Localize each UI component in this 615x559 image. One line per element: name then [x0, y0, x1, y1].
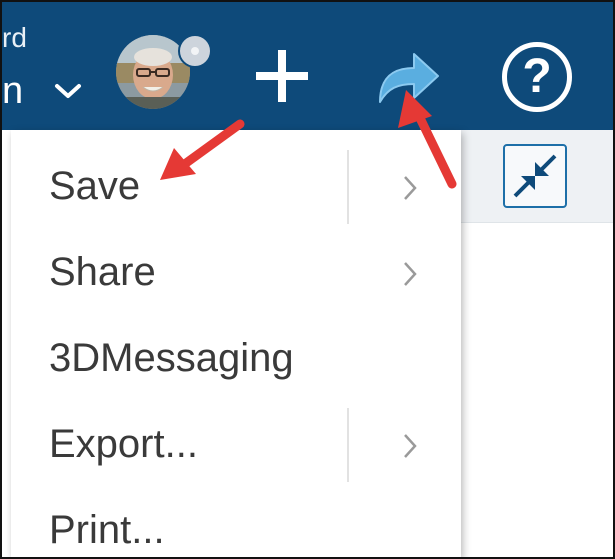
menu-item-export[interactable]: Export...	[11, 402, 461, 488]
annotation-arrow-save	[160, 119, 245, 180]
menu-item-label: Save	[49, 164, 141, 208]
menu-item-share[interactable]: Share	[11, 230, 461, 316]
truncated-title-text: rd	[2, 22, 27, 53]
screenshot-frame: rd n ? Save Share 3DMessaging Export... …	[0, 0, 615, 559]
top-toolbar: rd n ?	[2, 2, 613, 130]
menu-item-3dmessaging[interactable]: 3DMessaging	[11, 316, 461, 402]
collapse-arrows-icon	[513, 154, 557, 198]
side-panel-toolbar	[461, 130, 613, 223]
menu-item-label: Export...	[49, 422, 198, 466]
dropdown-menu: Save Share 3DMessaging Export... Print..…	[11, 130, 461, 557]
menu-divider	[347, 408, 349, 482]
collapse-button[interactable]	[503, 144, 567, 208]
menu-item-label: Print...	[49, 508, 165, 552]
status-badge	[178, 34, 212, 68]
help-button[interactable]: ?	[502, 42, 572, 112]
chevron-down-icon[interactable]	[52, 80, 84, 102]
menu-item-label: 3DMessaging	[49, 336, 294, 380]
truncated-user-name[interactable]: n	[2, 72, 23, 110]
side-panel	[461, 130, 613, 557]
annotation-arrow-share	[398, 90, 457, 189]
chevron-right-icon[interactable]	[401, 432, 419, 460]
menu-item-print[interactable]: Print...	[11, 488, 461, 557]
menu-item-label: Share	[49, 250, 156, 294]
chevron-right-icon[interactable]	[401, 260, 419, 288]
plus-icon[interactable]	[252, 46, 312, 106]
menu-divider	[347, 150, 349, 224]
